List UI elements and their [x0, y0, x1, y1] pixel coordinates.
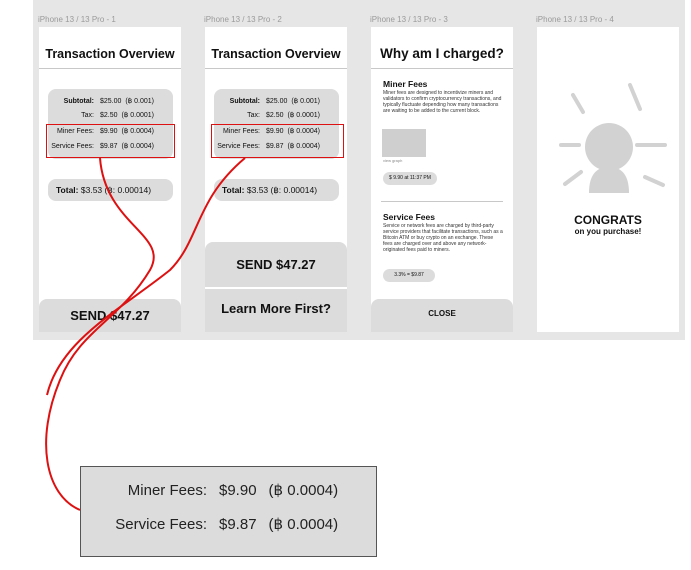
- zoom-miner-fees-row: Miner Fees: $9.90 (฿ 0.0004): [127, 482, 339, 499]
- connector-line-1: [45, 157, 155, 511]
- zoom-service-fees-row: Service Fees: $9.87 (฿ 0.0004): [115, 516, 339, 533]
- zoomed-fee-detail: Miner Fees: $9.90 (฿ 0.0004) Service Fees:…: [80, 466, 377, 557]
